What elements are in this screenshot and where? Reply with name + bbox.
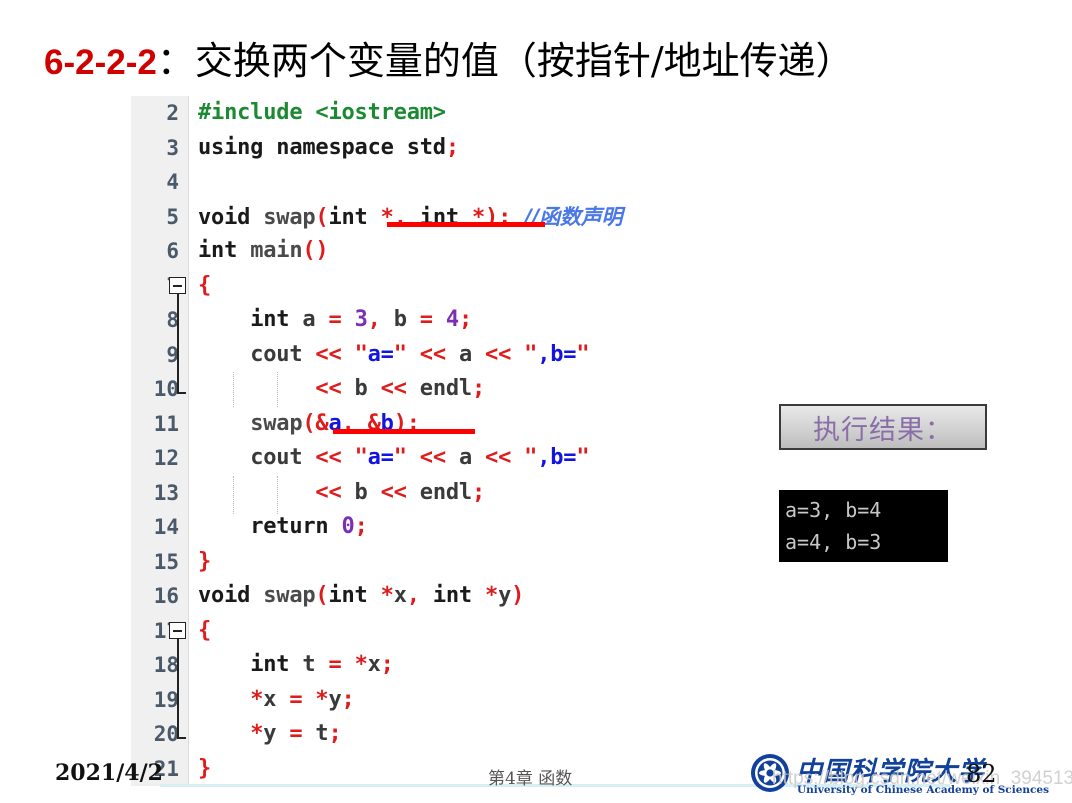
line-number: 13 (153, 480, 179, 505)
code-line: int a = 3, b = 4; (250, 307, 472, 332)
fold-toggle-icon[interactable] (169, 622, 186, 639)
line-number: 2 (166, 101, 179, 125)
line-number: 18 (153, 653, 179, 677)
code-token-preprocessor: #include <iostream> (198, 100, 446, 125)
console-line: a=4, b=3 (785, 530, 882, 554)
line-number: 9 (166, 342, 179, 367)
annotation-underline-declaration (387, 222, 545, 227)
fold-range-end (177, 392, 186, 394)
code-line: int t = *x; (250, 652, 394, 677)
line-number: 10 (153, 377, 179, 401)
watermark-text: https://blog.csdn.net/weixin_39451323 (772, 768, 1072, 789)
title-separator: ： (156, 39, 195, 83)
result-label-box: 执行结果： (779, 404, 987, 450)
annotation-underline-swap-call (333, 429, 475, 434)
code-line: } (198, 548, 212, 574)
line-number: 11 (153, 411, 179, 436)
indent-guide (277, 372, 278, 407)
indent-guide (233, 372, 234, 407)
console-line: a=3, b=4 (785, 498, 882, 522)
code-text-area[interactable]: #include <iostream> using namespace std;… (189, 96, 767, 786)
line-number-gutter: 2 3 4 5 6 7 8 9 10 11 12 13 14 15 16 17 … (131, 96, 189, 786)
line-number: 15 (153, 549, 179, 574)
line-number: 5 (166, 204, 179, 229)
line-number: 19 (153, 687, 179, 712)
code-line: void swap(int *, int *); //函数声明 (198, 204, 623, 230)
code-line: << b << endl; (315, 479, 486, 505)
line-number: 12 (153, 446, 179, 470)
title-text: 交换两个变量的值（按指针/地址传递） (194, 39, 854, 83)
line-number: 20 (153, 722, 179, 746)
code-line: *y = t; (250, 721, 342, 746)
fold-range-line (177, 294, 179, 394)
code-line: return 0; (250, 514, 368, 539)
code-line: } (198, 755, 212, 781)
slide-root: 6-2-2-2：交换两个变量的值（按指针/地址传递） 2 3 4 5 6 7 8… (0, 0, 1072, 803)
footer-date: 2021/4/2 (55, 760, 163, 786)
line-number: 8 (166, 308, 179, 332)
fold-toggle-icon[interactable] (169, 277, 186, 294)
code-line: int main() (198, 238, 329, 263)
code-line: { (198, 272, 212, 298)
footer-chapter: 第4章 函数 (488, 769, 573, 789)
code-line: void swap(int *x, int *y) (198, 583, 525, 608)
code-line: *x = *y; (250, 686, 355, 712)
fold-range-line (177, 639, 179, 739)
code-line: #include <iostream> (198, 96, 767, 131)
line-number: 16 (153, 584, 179, 608)
indent-guide (277, 476, 278, 514)
line-number: 3 (166, 135, 179, 160)
result-label-text: 执行结果： (813, 414, 953, 446)
indent-guide (233, 476, 234, 514)
code-line: << b << endl; (315, 376, 486, 401)
code-line: cout << "a=" << a << ",b=" (250, 445, 590, 470)
code-line: swap(&a, &b); (250, 410, 420, 436)
page-number: 82 (966, 760, 997, 788)
code-line: cout << "a=" << a << ",b=" (250, 341, 590, 367)
page-title: 6-2-2-2：交换两个变量的值（按指针/地址传递） (44, 38, 1034, 86)
fold-range-end (177, 737, 186, 739)
line-number: 14 (153, 515, 179, 539)
console-output: a=3, b=4 a=4, b=3 (779, 490, 948, 562)
code-line: using namespace std; (198, 134, 459, 160)
title-number: 6-2-2-2 (44, 43, 157, 82)
code-editor-panel: 2 3 4 5 6 7 8 9 10 11 12 13 14 15 16 17 … (131, 96, 767, 786)
line-number: 6 (166, 239, 179, 263)
line-number: 4 (166, 170, 179, 194)
code-line: { (198, 617, 212, 643)
